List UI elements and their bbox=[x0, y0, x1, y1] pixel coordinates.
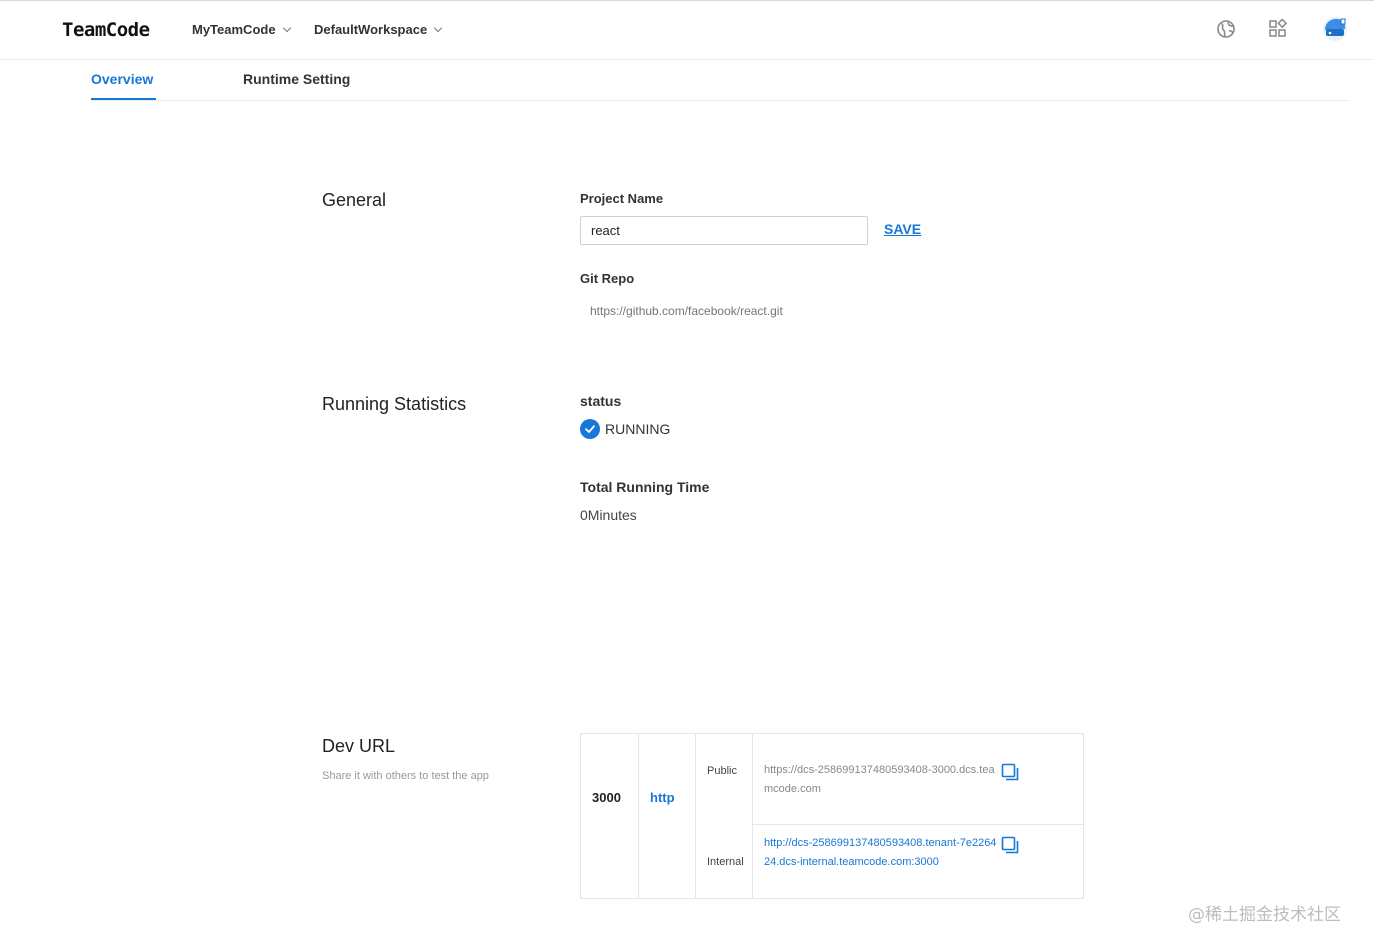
status-label: status bbox=[580, 393, 622, 409]
column-divider bbox=[695, 734, 696, 898]
git-repo-field[interactable] bbox=[580, 298, 868, 324]
tab-bar: Overview Runtime Setting bbox=[91, 60, 1350, 101]
user-avatar-icon[interactable] bbox=[1322, 16, 1348, 42]
internal-label: Internal bbox=[707, 856, 744, 868]
project-name-label: Project Name bbox=[580, 191, 664, 206]
port-value: 3000 bbox=[592, 790, 621, 805]
apps-grid-icon[interactable] bbox=[1268, 18, 1290, 41]
tab-overview[interactable]: Overview bbox=[91, 71, 153, 87]
dev-url-title: Dev URL bbox=[322, 736, 396, 756]
status-value: RUNNING bbox=[605, 421, 671, 437]
teamcode-logo[interactable]: TeamCode bbox=[62, 19, 150, 41]
globe-icon[interactable] bbox=[1216, 19, 1238, 41]
internal-url[interactable]: http://dcs-258699137480593408.tenant-7e2… bbox=[764, 834, 1000, 872]
total-running-time-label: Total Running Time bbox=[580, 479, 710, 495]
active-tab-indicator bbox=[91, 98, 156, 100]
dev-url-table: 3000 http Public https://dcs-25869913748… bbox=[580, 733, 1084, 899]
git-repo-label: Git Repo bbox=[580, 271, 635, 286]
chevron-down-icon bbox=[282, 23, 291, 32]
running-statistics-title: Running Statistics bbox=[322, 394, 467, 414]
total-running-time-value: 0Minutes bbox=[580, 507, 637, 523]
copy-icon[interactable] bbox=[1001, 836, 1019, 854]
check-circle-icon bbox=[580, 419, 600, 439]
team-dropdown-label: MyTeamCode bbox=[192, 22, 276, 37]
public-label: Public bbox=[707, 765, 737, 777]
protocol-value: http bbox=[650, 790, 675, 805]
general-section-title: General bbox=[322, 190, 387, 210]
row-divider bbox=[753, 824, 1083, 825]
column-divider bbox=[638, 734, 639, 898]
workspace-dropdown[interactable]: DefaultWorkspace bbox=[314, 22, 443, 37]
copy-icon[interactable] bbox=[1001, 763, 1019, 781]
workspace-dropdown-label: DefaultWorkspace bbox=[314, 22, 428, 37]
project-name-input[interactable] bbox=[580, 216, 868, 245]
dev-url-subtitle: Share it with others to test the app bbox=[322, 770, 489, 782]
chevron-down-icon bbox=[433, 23, 443, 32]
watermark: @稀土掘金技术社区 bbox=[1188, 905, 1341, 925]
status-indicator: RUNNING bbox=[580, 419, 670, 439]
tab-runtime-setting[interactable]: Runtime Setting bbox=[243, 71, 350, 87]
team-dropdown[interactable]: MyTeamCode bbox=[192, 22, 291, 37]
public-url[interactable]: https://dcs-258699137480593408-3000.dcs.… bbox=[764, 761, 1000, 799]
column-divider bbox=[752, 734, 753, 898]
save-button[interactable]: SAVE bbox=[884, 221, 921, 237]
top-navigation-bar: TeamCode MyTeamCode DefaultWorkspace bbox=[0, 0, 1374, 60]
